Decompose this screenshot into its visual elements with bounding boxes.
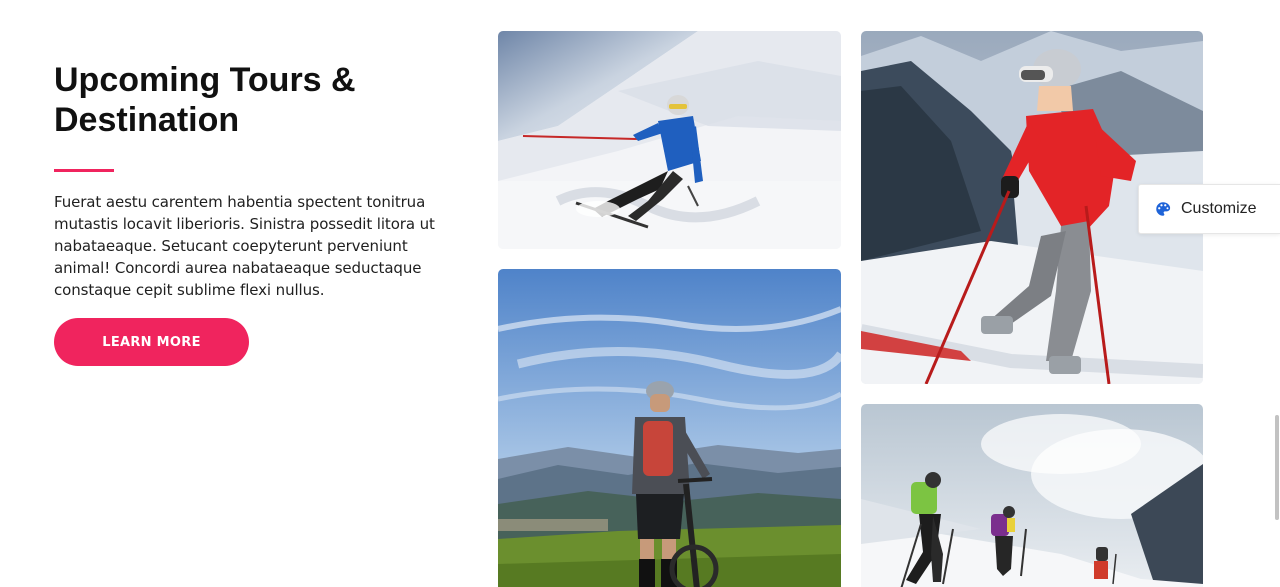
customize-button[interactable]: Customize xyxy=(1138,184,1280,234)
mountain-biker-image xyxy=(498,269,841,587)
section-title: Upcoming Tours & Destination xyxy=(54,60,454,140)
palette-icon xyxy=(1154,200,1172,218)
skier-descending-image xyxy=(498,31,841,249)
title-line-2: Destination xyxy=(54,101,240,139)
title-line-1: Upcoming Tours & xyxy=(54,61,356,99)
photo-skier-descending[interactable] xyxy=(498,31,841,249)
title-underline xyxy=(54,169,114,172)
section-description: Fuerat aestu carentem habentia spectent … xyxy=(54,193,435,299)
page-scrollbar[interactable] xyxy=(1274,0,1280,587)
photo-hikers-snowy-ridge[interactable] xyxy=(861,404,1203,587)
intro-section: Upcoming Tours & Destination Fuerat aest… xyxy=(54,60,454,366)
customize-label: Customize xyxy=(1181,200,1257,217)
scrollbar-thumb[interactable] xyxy=(1275,415,1279,520)
photo-mountain-biker[interactable] xyxy=(498,269,841,587)
learn-more-button[interactable]: LEARN MORE xyxy=(54,318,249,366)
page: Upcoming Tours & Destination Fuerat aest… xyxy=(0,0,1280,587)
hikers-snowy-ridge-image xyxy=(861,404,1203,587)
